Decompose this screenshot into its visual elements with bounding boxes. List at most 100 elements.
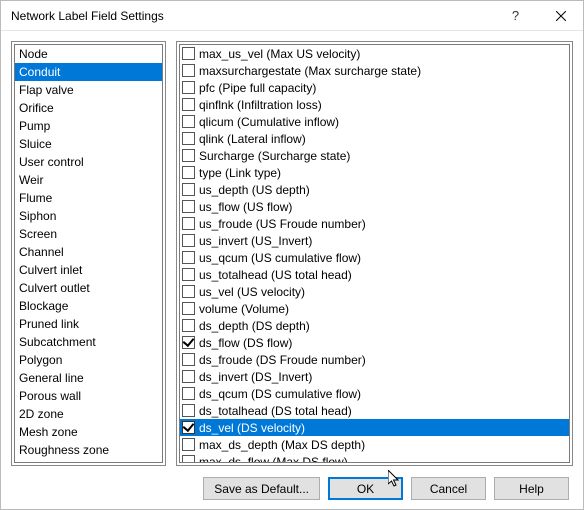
- field-item[interactable]: us_qcum (US cumulative flow): [180, 249, 569, 266]
- field-item[interactable]: ds_qcum (DS cumulative flow): [180, 385, 569, 402]
- field-label: us_depth (US depth): [199, 182, 567, 198]
- category-item[interactable]: General line: [15, 369, 162, 387]
- field-label: ds_depth (DS depth): [199, 318, 567, 334]
- category-item[interactable]: Mesh zone: [15, 423, 162, 441]
- checkbox-icon[interactable]: [182, 81, 195, 94]
- category-item[interactable]: Weir: [15, 171, 162, 189]
- category-item[interactable]: Polygon: [15, 351, 162, 369]
- field-item[interactable]: max_ds_depth (Max DS depth): [180, 436, 569, 453]
- checkbox-icon[interactable]: [182, 115, 195, 128]
- category-item[interactable]: User control: [15, 153, 162, 171]
- field-item[interactable]: us_totalhead (US total head): [180, 266, 569, 283]
- field-item[interactable]: volume (Volume): [180, 300, 569, 317]
- fields-panel: max_us_vel (Max US velocity)maxsurcharge…: [176, 41, 573, 466]
- save-default-button[interactable]: Save as Default...: [203, 477, 320, 500]
- category-panel: NodeConduitFlap valveOrificePumpSluiceUs…: [11, 41, 166, 466]
- checkbox-icon[interactable]: [182, 251, 195, 264]
- checkbox-icon[interactable]: [182, 166, 195, 179]
- category-item[interactable]: Blockage: [15, 297, 162, 315]
- field-item[interactable]: ds_invert (DS_Invert): [180, 368, 569, 385]
- category-item[interactable]: Pruned link: [15, 315, 162, 333]
- help-icon: ?: [512, 8, 519, 23]
- field-item[interactable]: us_depth (US depth): [180, 181, 569, 198]
- checkbox-icon[interactable]: [182, 455, 195, 463]
- field-label: us_qcum (US cumulative flow): [199, 250, 567, 266]
- checkbox-icon[interactable]: [182, 404, 195, 417]
- field-item[interactable]: qlicum (Cumulative inflow): [180, 113, 569, 130]
- category-item[interactable]: Node: [15, 45, 162, 63]
- checkbox-icon[interactable]: [182, 217, 195, 230]
- help-button-footer[interactable]: Help: [494, 477, 569, 500]
- checkbox-icon[interactable]: [182, 200, 195, 213]
- field-label: volume (Volume): [199, 301, 567, 317]
- checkbox-icon[interactable]: [182, 268, 195, 281]
- dialog-window: Network Label Field Settings ? NodeCondu…: [0, 0, 584, 510]
- checkbox-icon[interactable]: [182, 370, 195, 383]
- category-item[interactable]: IC zone - hydraulics (2D): [15, 459, 162, 463]
- checkbox-icon[interactable]: [182, 421, 195, 434]
- category-item[interactable]: Roughness zone: [15, 441, 162, 459]
- field-label: maxsurchargestate (Max surcharge state): [199, 63, 567, 79]
- field-item[interactable]: maxsurchargestate (Max surcharge state): [180, 62, 569, 79]
- category-listbox[interactable]: NodeConduitFlap valveOrificePumpSluiceUs…: [14, 44, 163, 463]
- field-item[interactable]: Surcharge (Surcharge state): [180, 147, 569, 164]
- field-label: ds_totalhead (DS total head): [199, 403, 567, 419]
- checkbox-icon[interactable]: [182, 438, 195, 451]
- field-label: qlicum (Cumulative inflow): [199, 114, 567, 130]
- checkbox-icon[interactable]: [182, 302, 195, 315]
- category-item[interactable]: Culvert inlet: [15, 261, 162, 279]
- field-item[interactable]: us_vel (US velocity): [180, 283, 569, 300]
- field-label: us_froude (US Froude number): [199, 216, 567, 232]
- field-item[interactable]: pfc (Pipe full capacity): [180, 79, 569, 96]
- field-label: max_ds_depth (Max DS depth): [199, 437, 567, 453]
- checkbox-icon[interactable]: [182, 183, 195, 196]
- checkbox-icon[interactable]: [182, 47, 195, 60]
- ok-button[interactable]: OK: [328, 477, 403, 500]
- category-item[interactable]: Sluice: [15, 135, 162, 153]
- checkbox-icon[interactable]: [182, 234, 195, 247]
- field-label: qinflnk (Infiltration loss): [199, 97, 567, 113]
- field-item[interactable]: ds_depth (DS depth): [180, 317, 569, 334]
- checkbox-icon[interactable]: [182, 64, 195, 77]
- titlebar: Network Label Field Settings ?: [1, 1, 583, 31]
- category-item[interactable]: 2D zone: [15, 405, 162, 423]
- checkbox-icon[interactable]: [182, 285, 195, 298]
- checkbox-icon[interactable]: [182, 387, 195, 400]
- close-button[interactable]: [538, 1, 583, 31]
- field-label: max_ds_flow (Max DS flow): [199, 454, 567, 464]
- field-item[interactable]: qlink (Lateral inflow): [180, 130, 569, 147]
- checkbox-icon[interactable]: [182, 336, 195, 349]
- category-item[interactable]: Pump: [15, 117, 162, 135]
- field-item[interactable]: us_froude (US Froude number): [180, 215, 569, 232]
- field-item[interactable]: qinflnk (Infiltration loss): [180, 96, 569, 113]
- category-item[interactable]: Porous wall: [15, 387, 162, 405]
- category-item[interactable]: Screen: [15, 225, 162, 243]
- category-item[interactable]: Conduit: [15, 63, 162, 81]
- field-item[interactable]: ds_vel (DS velocity): [180, 419, 569, 436]
- cancel-button[interactable]: Cancel: [411, 477, 486, 500]
- fields-checklist[interactable]: max_us_vel (Max US velocity)maxsurcharge…: [179, 44, 570, 463]
- field-item[interactable]: ds_froude (DS Froude number): [180, 351, 569, 368]
- field-item[interactable]: ds_totalhead (DS total head): [180, 402, 569, 419]
- category-item[interactable]: Subcatchment: [15, 333, 162, 351]
- field-label: us_invert (US_Invert): [199, 233, 567, 249]
- category-item[interactable]: Channel: [15, 243, 162, 261]
- field-item[interactable]: ds_flow (DS flow): [180, 334, 569, 351]
- field-item[interactable]: type (Link type): [180, 164, 569, 181]
- help-button[interactable]: ?: [493, 1, 538, 31]
- category-item[interactable]: Culvert outlet: [15, 279, 162, 297]
- field-item[interactable]: max_ds_flow (Max DS flow): [180, 453, 569, 463]
- field-item[interactable]: max_us_vel (Max US velocity): [180, 45, 569, 62]
- checkbox-icon[interactable]: [182, 149, 195, 162]
- category-item[interactable]: Orifice: [15, 99, 162, 117]
- category-item[interactable]: Flap valve: [15, 81, 162, 99]
- checkbox-icon[interactable]: [182, 132, 195, 145]
- checkbox-icon[interactable]: [182, 98, 195, 111]
- field-item[interactable]: us_invert (US_Invert): [180, 232, 569, 249]
- close-icon: [556, 11, 566, 21]
- category-item[interactable]: Flume: [15, 189, 162, 207]
- field-item[interactable]: us_flow (US flow): [180, 198, 569, 215]
- checkbox-icon[interactable]: [182, 353, 195, 366]
- checkbox-icon[interactable]: [182, 319, 195, 332]
- category-item[interactable]: Siphon: [15, 207, 162, 225]
